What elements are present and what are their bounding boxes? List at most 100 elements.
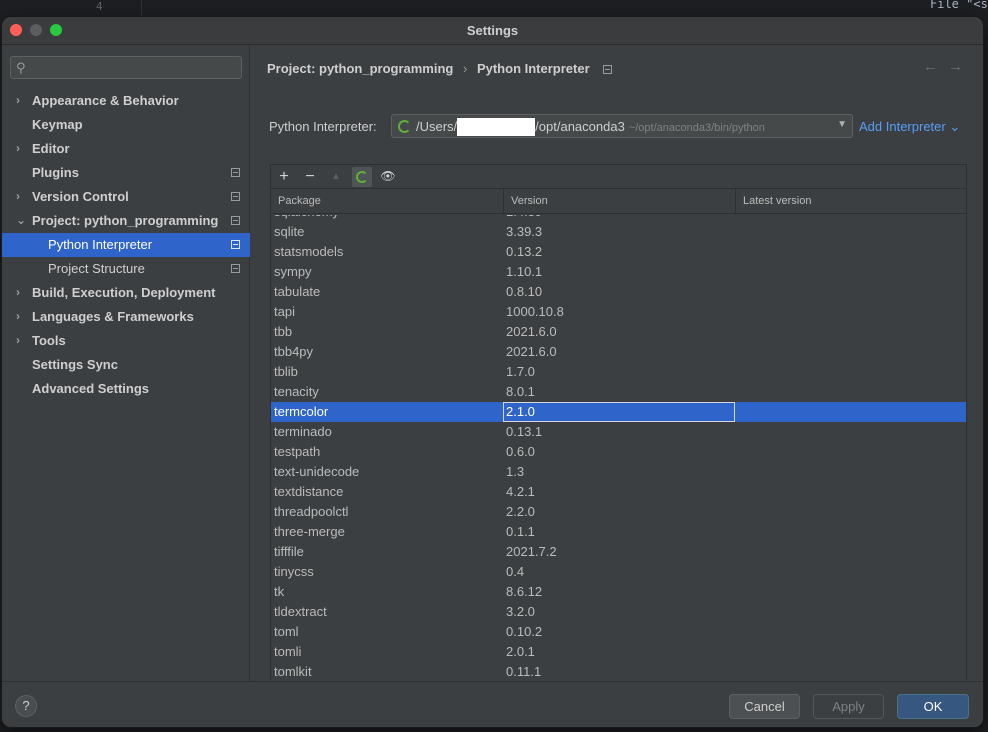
sidebar-item-label: Version Control	[32, 189, 129, 204]
chevron-right-icon[interactable]: ›	[16, 309, 20, 323]
table-row[interactable]: tenacity 8.0.1	[271, 382, 966, 402]
sidebar-item-project-python-programming[interactable]: ⌄ Project: python_programming	[2, 209, 250, 233]
breadcrumb-project[interactable]: Project: python_programming	[267, 61, 453, 76]
sidebar-item-project-structure[interactable]: Project Structure	[2, 257, 250, 281]
show-early-releases-button[interactable]: 👁	[378, 167, 398, 187]
table-row[interactable]: tbb4py 2021.6.0	[271, 342, 966, 362]
sidebar-item-appearance-behavior[interactable]: › Appearance & Behavior	[2, 89, 250, 113]
settings-content: Project: python_programming › Python Int…	[251, 45, 983, 681]
table-row[interactable]: textdistance 4.2.1	[271, 482, 966, 502]
table-row[interactable]: tbb 2021.6.0	[271, 322, 966, 342]
refresh-button[interactable]	[352, 167, 372, 187]
upgrade-package-button[interactable]: ▲	[326, 167, 346, 187]
sidebar-item-label: Project: python_programming	[32, 213, 219, 228]
version-cell: 1.7.0	[506, 364, 535, 379]
project-scope-icon	[231, 264, 240, 273]
sidebar-item-python-interpreter[interactable]: Python Interpreter	[2, 233, 250, 257]
project-scope-icon	[231, 168, 240, 177]
table-row[interactable]: tabulate 0.8.10	[271, 282, 966, 302]
packages-table-body[interactable]: sqlalchemy 1.4.39 sqlite 3.39.3 statsmodels 0…	[271, 215, 966, 680]
interpreter-select[interactable]: /Users/ /opt/anaconda3 ~/opt/anaconda3/bin…	[391, 114, 853, 138]
version-cell: 2.2.0	[506, 504, 535, 519]
sidebar-item-languages-frameworks[interactable]: › Languages & Frameworks	[2, 305, 250, 329]
sidebar-item-tools[interactable]: › Tools	[2, 329, 250, 353]
version-cell: 0.11.1	[506, 664, 542, 679]
interpreter-path-suffix: /opt/anaconda3	[535, 119, 625, 134]
sidebar-item-editor[interactable]: › Editor	[2, 137, 250, 161]
remove-package-button[interactable]: −	[300, 167, 320, 187]
chevron-right-icon[interactable]: ›	[16, 285, 20, 299]
chevron-down-icon: ⌄	[949, 119, 961, 134]
sidebar-item-build-execution-deployment[interactable]: › Build, Execution, Deployment	[2, 281, 250, 305]
help-button[interactable]: ?	[15, 695, 37, 717]
table-row[interactable]: tifffile 2021.7.2	[271, 542, 966, 562]
table-row[interactable]: three-merge 0.1.1	[271, 522, 966, 542]
table-row[interactable]: sqlite 3.39.3	[271, 222, 966, 242]
project-scope-icon	[231, 192, 240, 201]
sidebar-item-keymap[interactable]: Keymap	[2, 113, 250, 137]
table-row[interactable]: sqlalchemy 1.4.39	[271, 215, 966, 222]
chevron-right-icon[interactable]: ›	[16, 333, 20, 347]
column-header-package[interactable]: Package	[271, 189, 504, 214]
table-row[interactable]: threadpoolctl 2.2.0	[271, 502, 966, 522]
interpreter-label: Python Interpreter:	[269, 119, 377, 134]
project-scope-icon	[231, 216, 240, 225]
table-row[interactable]: termcolor 2.1.0	[271, 402, 966, 422]
package-name-cell: statsmodels	[274, 244, 344, 259]
version-cell-editor[interactable]: 2.1.0	[503, 402, 735, 422]
search-icon: ⚲	[16, 60, 26, 75]
package-name-cell: tblib	[274, 364, 298, 379]
table-row[interactable]: terminado 0.13.1	[271, 422, 966, 442]
column-header-version[interactable]: Version	[504, 189, 736, 214]
table-row[interactable]: tomli 2.0.1	[271, 642, 966, 662]
interpreter-path-prefix: /Users/	[416, 119, 458, 134]
table-header: Package Version Latest version	[271, 189, 966, 214]
version-cell: 2021.6.0	[506, 344, 557, 359]
column-header-latest-version[interactable]: Latest version	[736, 189, 968, 214]
settings-search-input[interactable]: ⚲	[10, 56, 242, 79]
dropdown-arrow-icon: ▼	[837, 119, 847, 130]
table-row[interactable]: tinycss 0.4	[271, 562, 966, 582]
ok-button[interactable]: OK	[897, 694, 969, 719]
version-cell: 1000.10.8	[506, 304, 564, 319]
table-row[interactable]: statsmodels 0.13.2	[271, 242, 966, 262]
sidebar-item-version-control[interactable]: › Version Control	[2, 185, 250, 209]
sidebar-item-label: Appearance & Behavior	[32, 93, 179, 108]
version-cell: 8.0.1	[506, 384, 535, 399]
package-name-cell: tbb4py	[274, 344, 314, 359]
sidebar-item-label: Python Interpreter	[48, 237, 153, 252]
table-row[interactable]: tapi 1000.10.8	[271, 302, 966, 322]
forward-arrow-icon[interactable]: →	[948, 58, 973, 75]
package-name-cell: tenacity	[274, 384, 319, 399]
table-row[interactable]: sympy 1.10.1	[271, 262, 966, 282]
package-name-cell: tabulate	[274, 284, 321, 299]
settings-sidebar: ⚲ › Appearance & Behavior Keymap › Editor Plu…	[2, 45, 250, 681]
sidebar-item-advanced-settings[interactable]: Advanced Settings	[2, 377, 250, 401]
table-row[interactable]: tk 8.6.12	[271, 582, 966, 602]
apply-button[interactable]: Apply	[813, 694, 884, 719]
table-row[interactable]: tblib 1.7.0	[271, 362, 966, 382]
table-row[interactable]: toml 0.10.2	[271, 622, 966, 642]
package-name-cell: tomlkit	[274, 664, 312, 679]
sidebar-item-plugins[interactable]: Plugins	[2, 161, 250, 185]
package-name-cell: text-unidecode	[274, 464, 360, 479]
package-name-cell: textdistance	[274, 484, 344, 499]
table-row[interactable]: text-unidecode 1.3	[271, 462, 966, 482]
table-row[interactable]: testpath 0.6.0	[271, 442, 966, 462]
cancel-button[interactable]: Cancel	[729, 694, 800, 719]
packages-list: sqlalchemy 1.4.39 sqlite 3.39.3 statsmodels 0…	[271, 215, 966, 680]
version-cell: 2021.7.2	[506, 544, 557, 559]
add-interpreter-link[interactable]: Add Interpreter ⌄	[859, 119, 960, 135]
table-row[interactable]: tomlkit 0.11.1	[271, 662, 966, 680]
chevron-down-icon[interactable]: ⌄	[16, 213, 26, 227]
sidebar-item-label: Project Structure	[48, 261, 145, 276]
back-arrow-icon[interactable]: ←	[923, 58, 948, 75]
add-interpreter-label: Add Interpreter	[859, 119, 946, 134]
version-cell: 1.4.39	[506, 215, 542, 219]
sidebar-item-settings-sync[interactable]: Settings Sync	[2, 353, 250, 377]
chevron-right-icon[interactable]: ›	[16, 141, 20, 155]
table-row[interactable]: tldextract 3.2.0	[271, 602, 966, 622]
chevron-right-icon[interactable]: ›	[16, 93, 20, 107]
add-package-button[interactable]: +	[274, 167, 294, 187]
chevron-right-icon[interactable]: ›	[16, 189, 20, 203]
